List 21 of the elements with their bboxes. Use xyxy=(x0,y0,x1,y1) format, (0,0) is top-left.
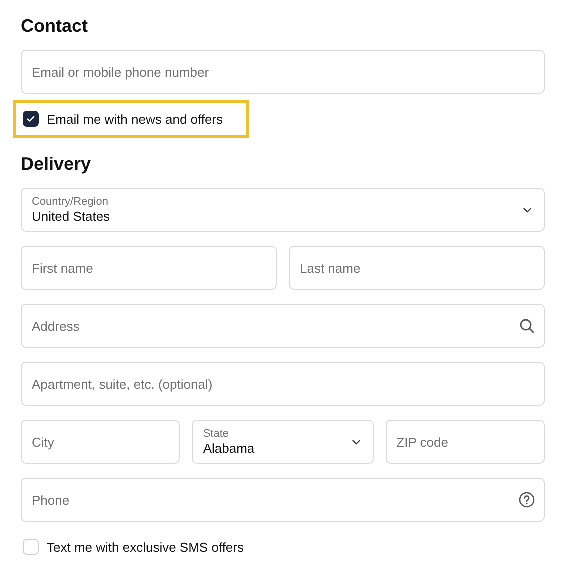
input-field[interactable]: Address xyxy=(21,304,545,348)
input-field[interactable]: Email or mobile phone number xyxy=(21,50,545,94)
select-field[interactable]: State Alabama xyxy=(192,420,374,464)
search-icon xyxy=(519,318,535,334)
input-field[interactable]: Last name xyxy=(289,246,545,290)
field-label: State xyxy=(203,427,230,441)
checkbox-label: Text me with exclusive SMS offers xyxy=(47,540,244,554)
section-heading: Delivery xyxy=(21,153,92,176)
select-field[interactable]: Country/Region United States xyxy=(21,188,545,232)
input-field[interactable]: Phone xyxy=(21,478,545,522)
field-label: Country/Region xyxy=(32,195,110,209)
help-icon[interactable] xyxy=(519,492,535,508)
field-value: United States xyxy=(32,209,110,225)
checkbox-label: Email me with news and offers xyxy=(47,112,224,126)
input-field[interactable]: Apartment, suite, etc. (optional) xyxy=(21,362,545,406)
checkbox[interactable] xyxy=(23,111,39,127)
section-heading: Contact xyxy=(21,15,88,38)
input-field[interactable]: ZIP code xyxy=(386,420,545,464)
input-field[interactable]: City xyxy=(21,420,180,464)
input-field[interactable]: First name xyxy=(21,246,277,290)
field-value: Alabama xyxy=(203,441,255,457)
